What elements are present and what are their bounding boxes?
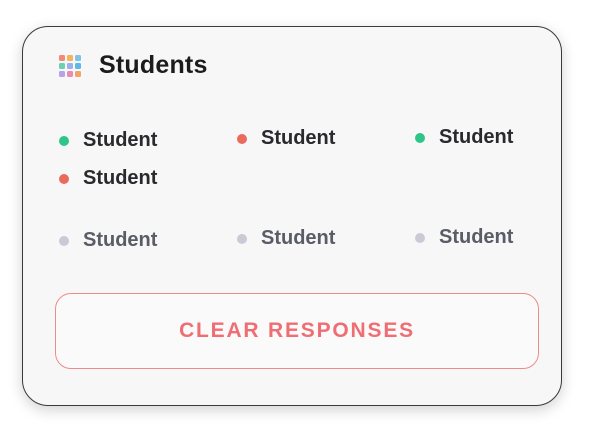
status-dot [59,173,69,184]
student-item[interactable]: Student [415,126,513,149]
status-dot [237,233,247,244]
status-dot [237,133,247,144]
status-dot [415,232,425,243]
grid-icon [59,54,81,77]
student-label: Student [261,227,336,249]
student-item[interactable]: Student [59,167,157,190]
student-label: Student [83,229,158,251]
student-item[interactable]: Student [59,129,157,152]
students-card: Students Student Student Student Student… [22,26,562,406]
student-label: Student [83,167,158,189]
clear-responses-button[interactable]: CLEAR RESPONSES [55,293,539,369]
student-label: Student [439,226,514,248]
student-item[interactable]: Student [59,229,157,252]
student-item[interactable]: Student [415,226,513,249]
student-label: Student [439,126,514,148]
status-dot [59,235,69,246]
student-label: Student [83,129,158,151]
status-dot [415,132,425,143]
student-item[interactable]: Student [237,227,335,250]
card-title: Students [99,51,208,79]
card-header: Students [59,51,208,80]
student-label: Student [261,127,336,149]
status-dot [59,135,69,146]
student-item[interactable]: Student [237,127,335,150]
